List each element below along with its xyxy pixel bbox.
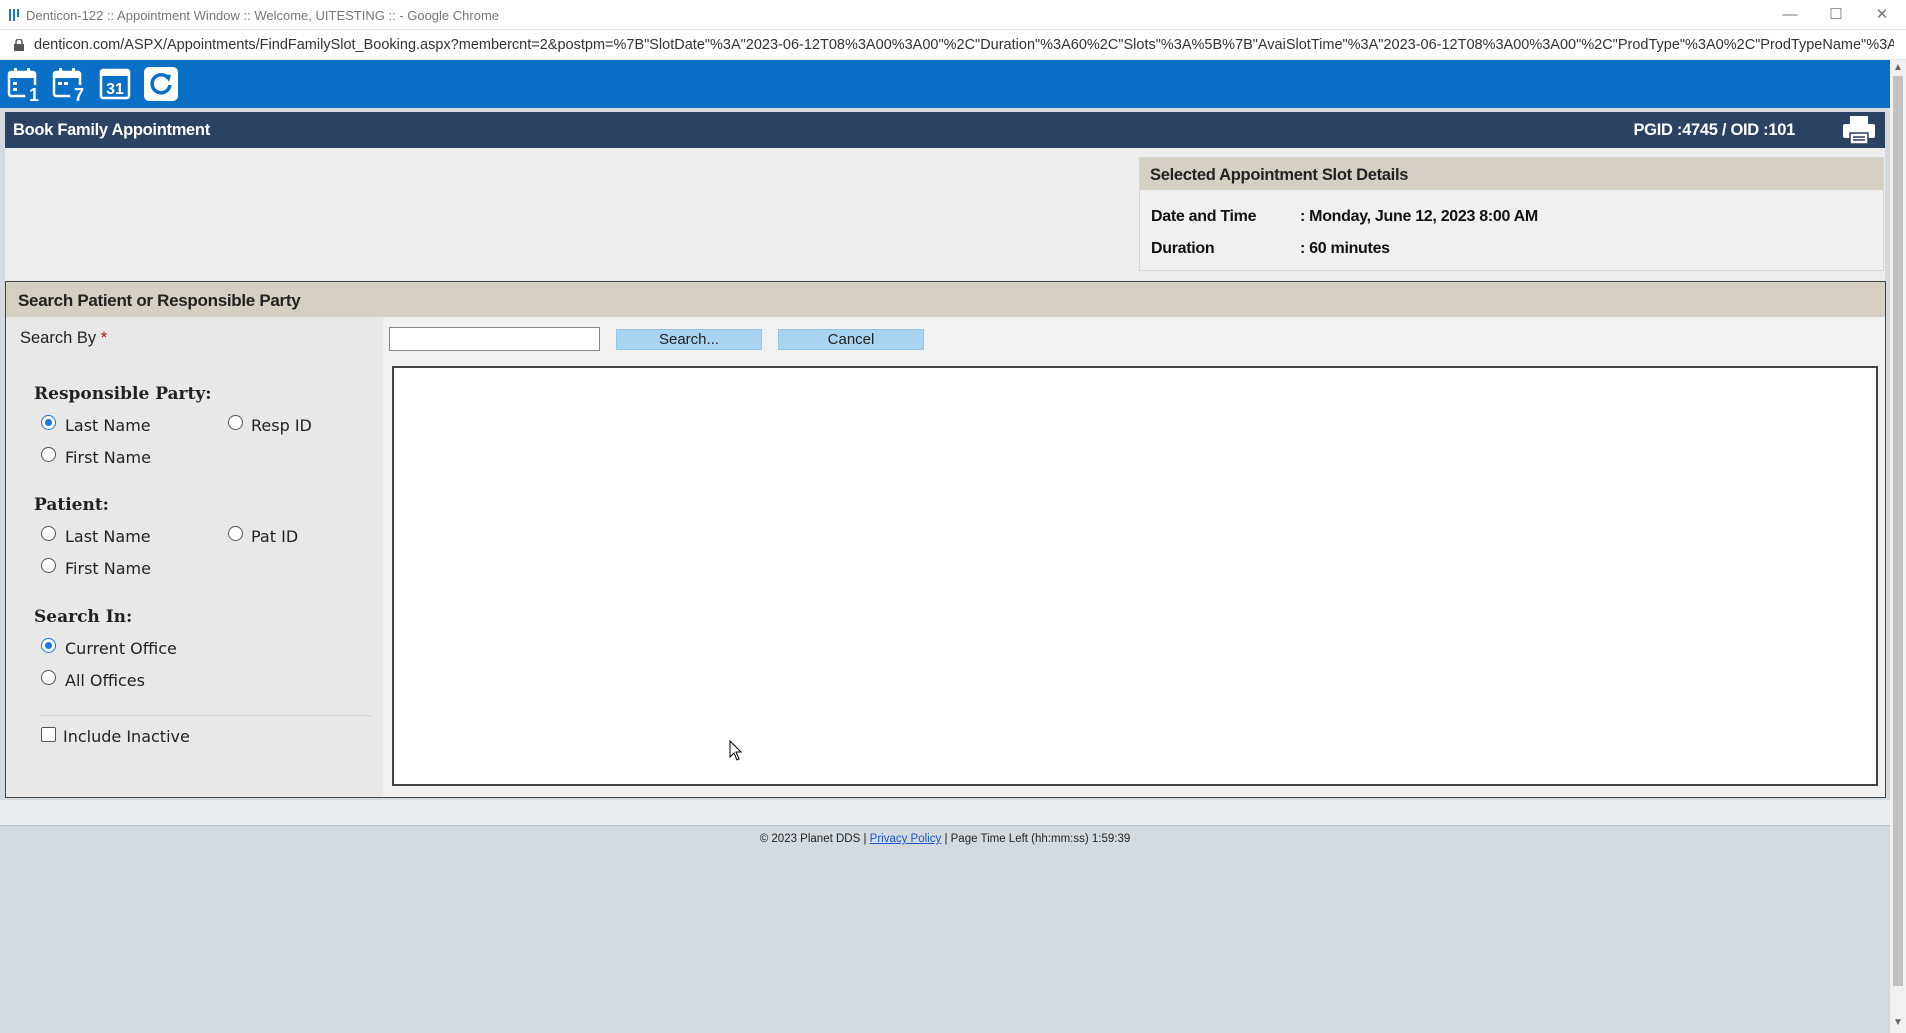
page-scrollbar[interactable]: ▲ ▼ <box>1890 60 1906 1033</box>
radio-resp-first-name[interactable] <box>41 447 56 462</box>
search-by-text: Search By <box>20 329 97 347</box>
search-panel-title: Search Patient or Responsible Party <box>18 291 301 310</box>
radio-resp-id[interactable] <box>228 415 243 430</box>
radio-pat-id[interactable] <box>228 526 243 541</box>
slot-details-heading: Selected Appointment Slot Details <box>1140 158 1883 190</box>
minimize-button[interactable]: — <box>1770 4 1810 26</box>
page-header: Book Family Appointment PGID :4745 / OID… <box>5 112 1885 148</box>
close-button[interactable]: ✕ <box>1862 4 1902 26</box>
pat-id-label: Pat ID <box>251 527 299 546</box>
radio-pat-last-name[interactable] <box>41 526 56 541</box>
time-left-label: Page Time Left (hh:mm:ss) <box>950 833 1089 845</box>
scroll-up-icon[interactable]: ▲ <box>1893 63 1903 73</box>
privacy-policy-link[interactable]: Privacy Policy <box>870 833 942 845</box>
browser-titlebar: Denticon-122 :: Appointment Window :: We… <box>0 0 1906 30</box>
svg-text:7: 7 <box>74 85 84 103</box>
duration-label: Duration <box>1151 240 1215 257</box>
cancel-button[interactable]: Cancel <box>778 329 924 350</box>
svg-text:31: 31 <box>106 81 124 98</box>
radio-current-office[interactable] <box>41 638 56 653</box>
svg-text:1: 1 <box>29 85 39 103</box>
search-button[interactable]: Search... <box>616 329 762 350</box>
calendar-month-icon[interactable]: 31 <box>97 65 135 103</box>
search-panel: Search Patient or Responsible Party Sear… <box>5 281 1886 798</box>
app-logo-icon <box>9 9 19 21</box>
resp-last-name-label: Last Name <box>65 416 151 435</box>
required-marker: * <box>100 329 108 347</box>
print-icon[interactable] <box>1841 114 1877 146</box>
calendar-day-icon[interactable]: 1 <box>6 65 44 103</box>
calendar-week-icon[interactable]: 7 <box>51 65 89 103</box>
pat-last-name-label: Last Name <box>65 527 151 546</box>
include-inactive-label: Include Inactive <box>63 727 190 746</box>
duration-value: : 60 minutes <box>1300 240 1390 257</box>
address-bar[interactable]: denticon.com/ASPX/Appointments/FindFamil… <box>0 30 1906 60</box>
options-divider <box>41 715 371 716</box>
app-toolbar: 1 7 31 <box>0 60 1890 108</box>
search-results-area <box>392 366 1878 786</box>
scroll-down-icon[interactable]: ▼ <box>1893 1018 1903 1028</box>
search-by-label: Search By * <box>20 329 107 348</box>
radio-pat-first-name[interactable] <box>41 558 56 573</box>
page-title: Book Family Appointment <box>13 121 210 139</box>
search-panel-header: Search Patient or Responsible Party <box>6 282 1885 317</box>
practice-office-ids: PGID :4745 / OID :101 <box>1633 121 1795 139</box>
all-offices-label: All Offices <box>65 671 145 690</box>
page-footer: © 2023 Planet DDS | Privacy Policy | Pag… <box>0 833 1890 845</box>
window-title: Denticon-122 :: Appointment Window :: We… <box>26 8 500 23</box>
footer-strip <box>0 800 1890 826</box>
current-office-label: Current Office <box>65 639 177 658</box>
date-time-value: : Monday, June 12, 2023 8:00 AM <box>1300 208 1538 225</box>
time-left-value: 1:59:39 <box>1091 833 1131 845</box>
resp-first-name-label: First Name <box>65 448 151 467</box>
copyright-text: © 2023 Planet DDS | <box>759 833 867 845</box>
responsible-party-title: Responsible Party: <box>34 384 212 404</box>
radio-resp-last-name[interactable] <box>41 415 56 430</box>
scrollbar-thumb[interactable] <box>1893 76 1903 986</box>
date-time-label: Date and Time <box>1151 208 1257 225</box>
patient-title: Patient: <box>34 495 109 515</box>
footer-separator: | <box>944 833 948 845</box>
slot-details-box: Selected Appointment Slot Details Date a… <box>1139 157 1884 271</box>
resp-id-label: Resp ID <box>251 416 312 435</box>
pat-first-name-label: First Name <box>65 559 151 578</box>
url-text[interactable]: denticon.com/ASPX/Appointments/FindFamil… <box>34 37 1894 53</box>
lock-icon <box>14 39 24 51</box>
radio-all-offices[interactable] <box>41 670 56 685</box>
search-in-title: Search In: <box>34 607 133 627</box>
maximize-button[interactable]: ☐ <box>1816 4 1856 26</box>
include-inactive-checkbox[interactable] <box>41 727 56 742</box>
search-input[interactable] <box>389 327 600 351</box>
refresh-icon[interactable] <box>142 65 180 103</box>
mouse-cursor-icon <box>729 740 743 761</box>
